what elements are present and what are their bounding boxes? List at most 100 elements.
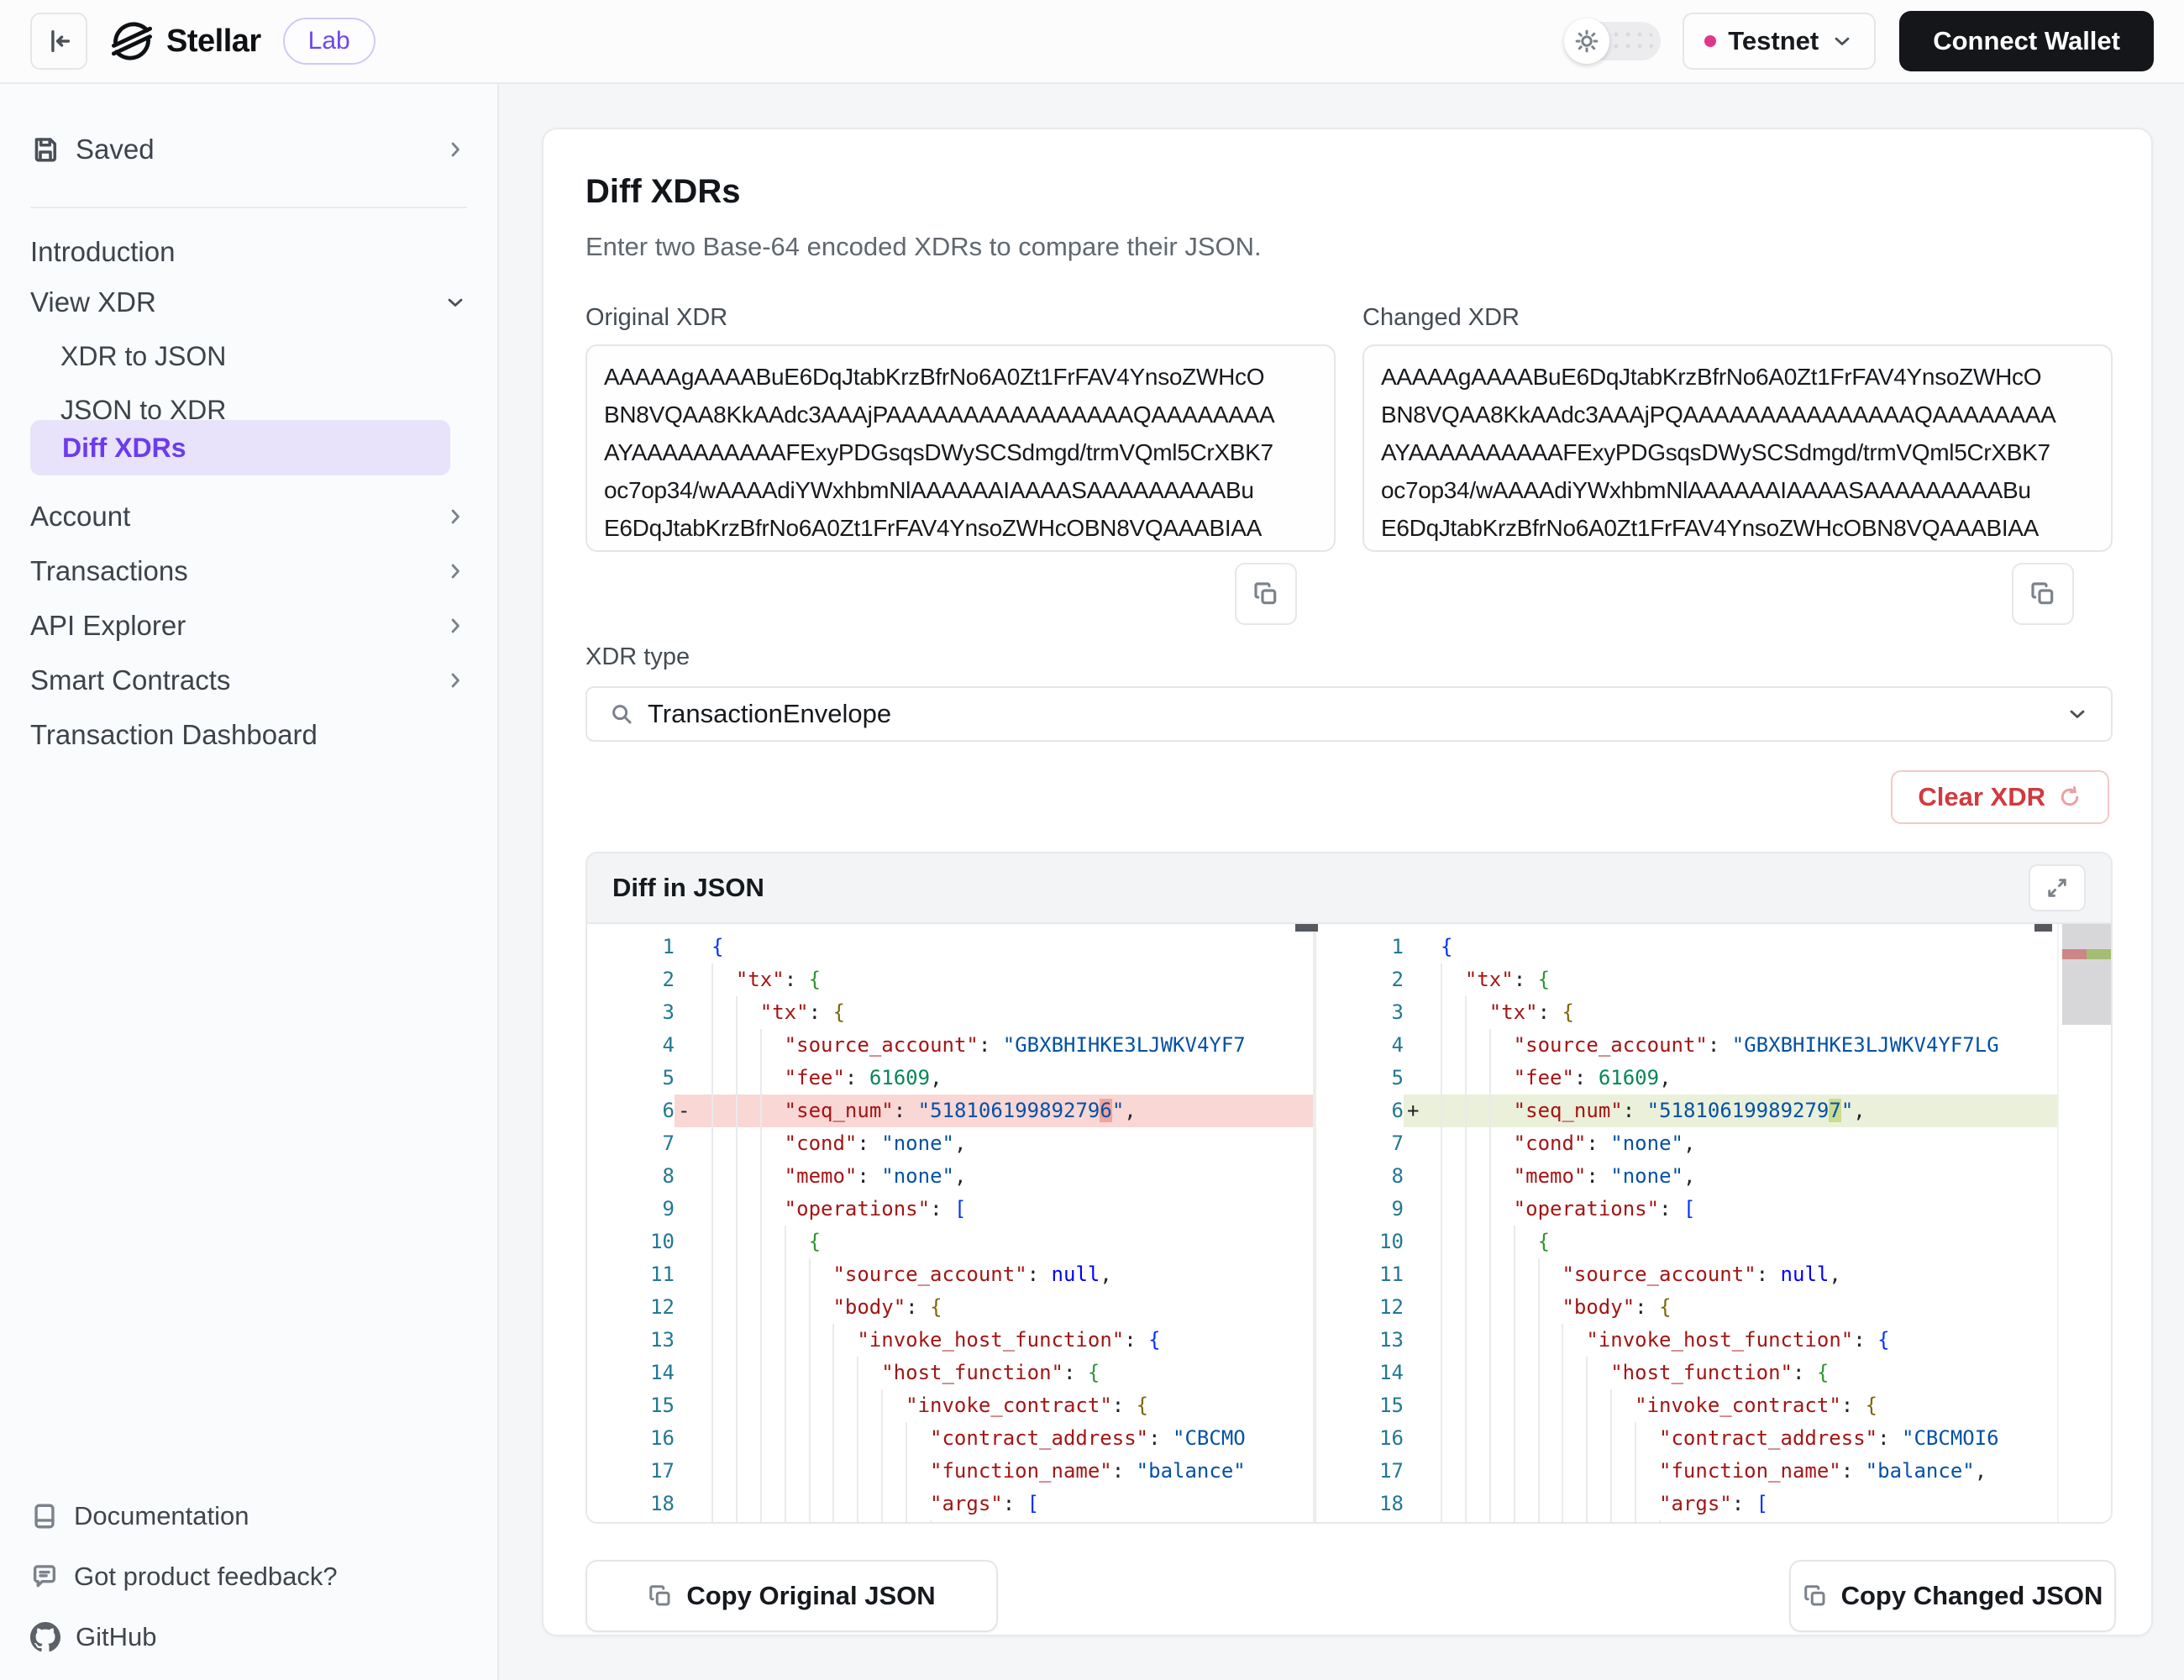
copy-icon <box>1252 580 1279 607</box>
sidebar-item-label: Introduction <box>30 236 467 268</box>
diff-overview-ruler <box>2057 924 2111 1524</box>
stellar-lab-page: { "header": { "logo_text": "Stellar", "b… <box>0 0 2184 1680</box>
sidebar-item-transaction-dashboard[interactable]: Transaction Dashboard <box>30 710 467 760</box>
speech-bubble-icon <box>30 1562 59 1591</box>
sidebar-link-github[interactable]: GitHub <box>30 1616 467 1658</box>
xdr-type-select[interactable]: TransactionEnvelope <box>585 686 2113 742</box>
network-selector[interactable]: Testnet <box>1683 13 1876 70</box>
top-header: Stellar Lab Testnet Connect Wallet <box>0 0 2184 84</box>
stellar-logo[interactable]: Stellar <box>109 18 261 64</box>
changed-xdr-label: Changed XDR <box>1362 304 1520 332</box>
diff-line: 7"cond": "none", <box>587 1127 1313 1160</box>
diff-line: 6+"seq_num": "518106199892797", <box>1316 1095 2057 1127</box>
sidebar-item-api-explorer[interactable]: API Explorer <box>30 601 467 651</box>
sidebar-item-view-xdr[interactable]: View XDR <box>30 277 467 328</box>
diff-line: 12"body": { <box>587 1291 1313 1324</box>
sidebar-item-label: XDR to JSON <box>60 341 467 372</box>
diff-json-header: Diff in JSON <box>587 853 2111 924</box>
diff-line: 11"source_account": null, <box>587 1258 1313 1291</box>
diff-line: 8"memo": "none", <box>587 1160 1313 1193</box>
chevron-right-icon <box>444 505 467 528</box>
chevron-right-icon <box>444 669 467 692</box>
copy-icon <box>2029 580 2056 607</box>
diff-line: 2"tx": { <box>587 963 1313 996</box>
diff-line: 17"function_name": "balance", <box>1316 1455 2057 1488</box>
sidebar-item-label: Diff XDRs <box>62 433 186 464</box>
copy-original-json-label: Copy Original JSON <box>686 1581 935 1611</box>
page-title: Diff XDRs <box>585 173 2109 211</box>
diff-line: 10{ <box>587 1226 1313 1258</box>
diff-line: 1{ <box>587 931 1313 963</box>
xdr-type-label: XDR type <box>585 643 690 671</box>
search-icon <box>609 701 634 727</box>
lab-badge: Lab <box>283 18 375 65</box>
collapse-sidebar-button[interactable] <box>30 13 87 70</box>
copy-original-xdr-button[interactable] <box>1235 563 1297 625</box>
footer-link-label: Got product feedback? <box>74 1562 338 1592</box>
diff-line: 13"invoke_host_function": { <box>1316 1324 2057 1357</box>
xdr-type-value: TransactionEnvelope <box>648 699 2052 729</box>
refresh-icon <box>2057 785 2082 810</box>
copy-icon <box>1803 1583 1828 1609</box>
diff-line: 15"invoke_contract": { <box>1316 1389 2057 1422</box>
sidebar-item-label: Transaction Dashboard <box>30 719 467 751</box>
diff-line: 14"host_function": { <box>587 1357 1313 1389</box>
connect-wallet-button[interactable]: Connect Wallet <box>1899 11 2154 71</box>
chevron-right-icon <box>444 614 467 638</box>
diff-xdrs-panel: Diff XDRs Enter two Base-64 encoded XDRs… <box>542 128 2153 1636</box>
sidebar-item-introduction[interactable]: Introduction <box>30 227 467 277</box>
sidebar-item-account[interactable]: Account <box>30 491 467 542</box>
sidebar-item-label: Smart Contracts <box>30 664 444 696</box>
diff-line: 16"contract_address": "CBCMOI6 <box>1316 1422 2057 1455</box>
network-label: Testnet <box>1728 26 1819 56</box>
original-xdr-input[interactable] <box>585 344 1336 552</box>
expand-diff-button[interactable] <box>2029 864 2086 911</box>
copy-changed-json-button[interactable]: Copy Changed JSON <box>1789 1560 2116 1632</box>
theme-toggle-knob <box>1564 18 1609 64</box>
diff-line: 11"source_account": null, <box>1316 1258 2057 1291</box>
saved-icon <box>30 134 60 165</box>
github-icon <box>30 1622 60 1652</box>
diff-line: 7"cond": "none", <box>1316 1127 2057 1160</box>
sidebar-item-smart-contracts[interactable]: Smart Contracts <box>30 655 467 706</box>
diff-line: 16"contract_address": "CBCMO <box>587 1422 1313 1455</box>
clear-xdr-label: Clear XDR <box>1918 782 2045 812</box>
sidebar-item-label: API Explorer <box>30 610 444 642</box>
diff-editor: 1{2"tx": {3"tx": {4"source_account": "GB… <box>587 924 2111 1524</box>
chevron-down-icon <box>444 291 467 314</box>
footer-link-label: GitHub <box>76 1622 156 1652</box>
sidebar-item-label: Account <box>30 501 444 533</box>
diff-line: 8"memo": "none", <box>1316 1160 2057 1193</box>
changed-xdr-input[interactable] <box>1362 344 2113 552</box>
diff-line: 3"tx": { <box>587 996 1313 1029</box>
sidebar-item-transactions[interactable]: Transactions <box>30 546 467 596</box>
diff-line: 9"operations": [ <box>587 1193 1313 1226</box>
diff-line: 2"tx": { <box>1316 963 2057 996</box>
sidebar: Saved Introduction View XDR XDR to JSON … <box>0 84 499 1680</box>
copy-original-json-button[interactable]: Copy Original JSON <box>585 1560 998 1632</box>
diff-scrollbar-thumb[interactable] <box>2062 924 2111 1025</box>
diff-line: 4"source_account": "GBXBHIHKE3LJWKV4YF7 <box>587 1029 1313 1062</box>
diff-line: 6-"seq_num": "518106199892796", <box>587 1095 1313 1127</box>
diff-line: 13"invoke_host_function": { <box>587 1324 1313 1357</box>
sidebar-link-feedback[interactable]: Got product feedback? <box>30 1556 467 1598</box>
diff-pane-changed: 1{2"tx": {3"tx": {4"source_account": "GB… <box>1316 924 2057 1524</box>
clear-xdr-button[interactable]: Clear XDR <box>1891 770 2109 824</box>
sidebar-item-xdr-to-json[interactable]: XDR to JSON <box>60 331 467 381</box>
sidebar-link-documentation[interactable]: Documentation <box>30 1495 467 1537</box>
sidebar-item-saved[interactable]: Saved <box>30 124 467 175</box>
theme-toggle[interactable] <box>1567 22 1661 60</box>
diff-line: 5"fee": 61609, <box>1316 1062 2057 1095</box>
diff-pane-original: 1{2"tx": {3"tx": {4"source_account": "GB… <box>587 924 1313 1524</box>
sidebar-item-diff-xdrs-active[interactable]: Diff XDRs <box>30 420 450 475</box>
sash-handle-right[interactable] <box>2034 924 2052 932</box>
logo-text: Stellar <box>166 24 261 60</box>
original-xdr-label: Original XDR <box>585 304 727 332</box>
sash-handle-left[interactable] <box>1295 924 1318 932</box>
copy-changed-xdr-button[interactable] <box>2012 563 2074 625</box>
footer-link-label: Documentation <box>74 1501 249 1531</box>
diff-line: 12"body": { <box>1316 1291 2057 1324</box>
network-dot-icon <box>1704 35 1716 47</box>
book-icon <box>30 1502 59 1530</box>
chevron-down-icon <box>1830 29 1854 53</box>
